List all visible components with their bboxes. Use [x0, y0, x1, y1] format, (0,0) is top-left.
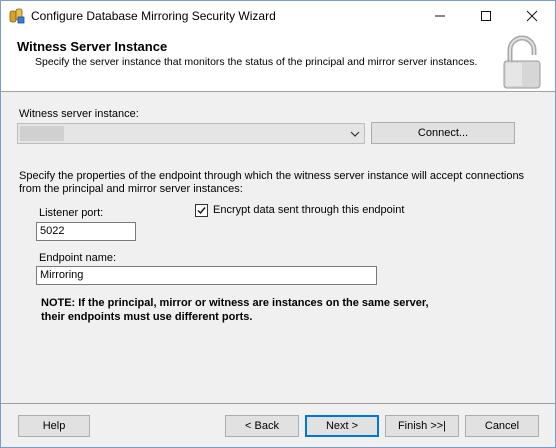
- minimize-button[interactable]: [417, 1, 463, 31]
- maximize-button[interactable]: [463, 1, 509, 31]
- checkmark-icon: [197, 207, 206, 215]
- title-bar: Configure Database Mirroring Security Wi…: [1, 1, 555, 31]
- close-icon: [526, 10, 538, 22]
- encrypt-checkbox[interactable]: [195, 204, 208, 217]
- endpoint-name-input[interactable]: Mirroring: [36, 266, 377, 285]
- listener-port-label: Listener port:: [39, 207, 104, 219]
- note-line-2: their endpoints must use different ports…: [41, 311, 253, 323]
- window-title: Configure Database Mirroring Security Wi…: [31, 9, 276, 23]
- page-title: Witness Server Instance: [17, 39, 168, 54]
- wizard-window: Configure Database Mirroring Security Wi…: [0, 0, 556, 448]
- next-button[interactable]: Next >: [305, 415, 379, 437]
- chevron-down-icon: [350, 129, 360, 141]
- wizard-header: Witness Server Instance Specify the serv…: [1, 31, 555, 92]
- padlock-icon: [501, 33, 543, 94]
- connect-button[interactable]: Connect...: [371, 122, 515, 144]
- back-button[interactable]: < Back: [225, 415, 299, 437]
- maximize-icon: [481, 11, 491, 21]
- endpoint-description: Specify the properties of the endpoint t…: [19, 170, 525, 195]
- cancel-button[interactable]: Cancel: [465, 415, 539, 437]
- endpoint-name-label: Endpoint name:: [39, 252, 117, 264]
- footer-divider: [1, 403, 555, 404]
- close-button[interactable]: [509, 1, 555, 31]
- witness-instance-value: [20, 126, 64, 141]
- minimize-icon: [435, 15, 445, 17]
- finish-button[interactable]: Finish >>|: [385, 415, 459, 437]
- witness-instance-label: Witness server instance:: [19, 108, 139, 120]
- note-line-1: NOTE: If the principal, mirror or witnes…: [41, 297, 429, 309]
- help-button[interactable]: Help: [18, 415, 90, 437]
- ports-note: NOTE: If the principal, mirror or witnes…: [41, 296, 429, 324]
- app-icon: [9, 8, 25, 24]
- page-subtitle: Specify the server instance that monitor…: [35, 56, 478, 68]
- encrypt-label: Encrypt data sent through this endpoint: [213, 204, 405, 216]
- listener-port-input[interactable]: 5022: [36, 222, 136, 241]
- witness-instance-combobox[interactable]: [17, 123, 365, 144]
